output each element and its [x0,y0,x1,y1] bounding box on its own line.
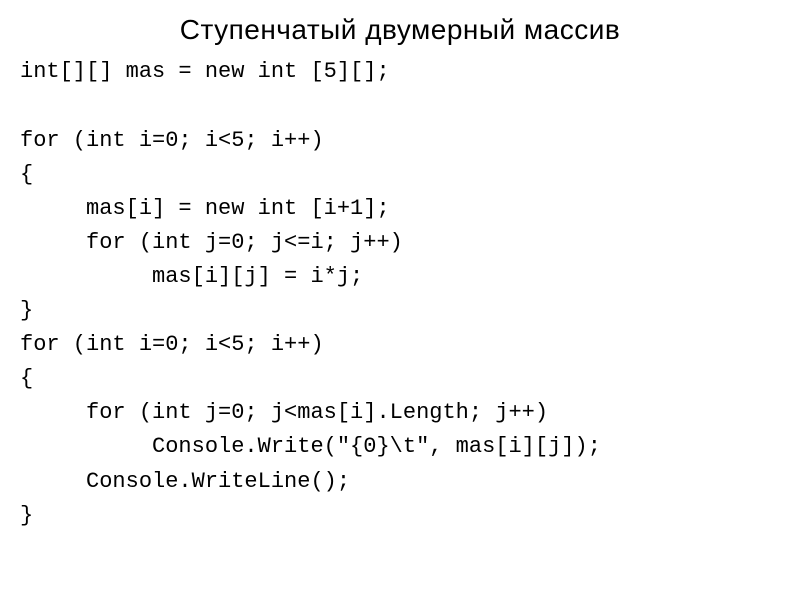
slide-title: Ступенчатый двумерный массив [20,8,780,51]
slide: Ступенчатый двумерный массив int[][] mas… [0,0,800,553]
code-block: int[][] mas = new int [5][]; for (int i=… [20,55,780,532]
